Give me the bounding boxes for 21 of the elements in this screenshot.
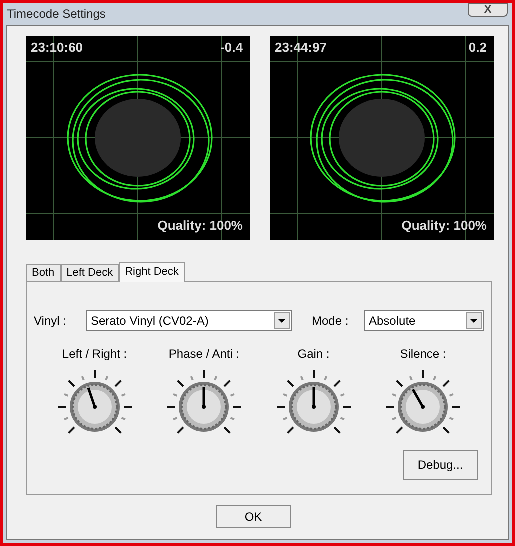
timecode-text: 23:44:97 [275, 41, 328, 54]
knob-label: Left / Right : [62, 346, 128, 363]
dropdown[interactable]: Serato Vinyl (CV02-A) [86, 310, 292, 331]
tab[interactable]: Right Deck [119, 262, 185, 282]
mode-label: Mode : [312, 312, 350, 330]
window-title: Timecode Settings [7, 6, 106, 23]
timecode-text: 23:10:60 [31, 41, 84, 54]
knob-label: Gain : [298, 346, 330, 363]
knob-label: Silence : [400, 346, 446, 363]
quality-text: Quality: 100% [158, 219, 243, 232]
pitch-text: 0.2 [468, 41, 487, 54]
quality-text: Quality: 100% [402, 219, 487, 232]
dropdown[interactable]: Absolute [364, 310, 484, 331]
vinyl-label: Vinyl : [34, 312, 68, 330]
tab[interactable]: Both [26, 264, 61, 281]
pitch-text: -0.4 [220, 41, 243, 54]
ok-button[interactable]: OK [216, 505, 291, 528]
tab[interactable]: Left Deck [60, 264, 120, 281]
knob-label: Phase / Anti : [168, 346, 240, 363]
close-button[interactable]: X [468, 3, 508, 17]
debug-button[interactable]: Debug... [403, 450, 478, 480]
